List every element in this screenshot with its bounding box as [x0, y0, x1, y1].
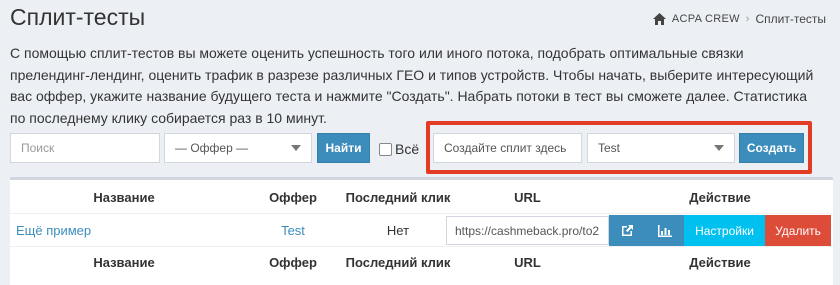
table-row: Ещё пример Test Нет https://cashmeback.p… — [10, 213, 833, 247]
settings-button[interactable]: Настройки — [684, 215, 765, 246]
all-checkbox-group[interactable]: Всё — [379, 141, 419, 157]
column-footer-action: Действие — [689, 254, 751, 270]
delete-button-label: Удалить — [775, 223, 821, 238]
row-offer-text: Test — [281, 222, 305, 238]
offer-filter-select[interactable]: — Оффер — — [164, 133, 312, 163]
create-button[interactable]: Создать — [739, 133, 804, 163]
row-name-text: Ещё пример — [16, 222, 92, 238]
search-placeholder: Поиск — [21, 141, 55, 155]
split-name-placeholder: Создайте сплит здесь — [444, 141, 567, 155]
home-icon[interactable] — [652, 13, 666, 25]
stats-button[interactable] — [646, 215, 684, 246]
column-header-name: Название — [93, 189, 155, 205]
page-description: С помощью сплит-тестов вы можете оценить… — [10, 45, 814, 126]
all-checkbox-label: Всё — [395, 141, 420, 157]
open-link-button[interactable] — [609, 215, 646, 246]
column-header-action: Действие — [689, 189, 751, 205]
offer-filter-value: — Оффер — — [175, 141, 249, 155]
split-name-input[interactable]: Создайте сплит здесь — [433, 133, 582, 163]
table-header-row: Название Оффер Последний клик URL Действ… — [10, 182, 833, 212]
delete-button[interactable]: Удалить — [765, 215, 831, 246]
create-button-label: Создать — [746, 141, 797, 155]
column-footer-name: Название — [93, 254, 155, 270]
breadcrumb-current: Сплит-тесты — [755, 12, 826, 26]
row-url-field[interactable]: https://cashmeback.pro/to2 — [446, 216, 609, 245]
row-name-link[interactable]: Ещё пример — [16, 214, 91, 246]
find-button[interactable]: Найти — [317, 133, 370, 163]
search-input[interactable]: Поиск — [10, 133, 160, 163]
split-tests-table: Название Оффер Последний клик URL Действ… — [10, 177, 833, 285]
external-link-icon — [622, 225, 633, 236]
settings-button-label: Настройки — [695, 223, 754, 238]
table-footer-row: Название Оффер Последний клик URL Действ… — [10, 247, 833, 277]
bar-chart-icon — [658, 224, 672, 237]
row-url-text: https://cashmeback.pro/to2 — [455, 223, 600, 238]
page-title: Сплит-тесты — [10, 4, 146, 30]
column-header-url: URL — [514, 189, 541, 205]
breadcrumb: ACPA CREW › Сплит-тесты — [652, 12, 826, 26]
create-offer-value: Test — [598, 141, 621, 155]
column-footer-url: URL — [514, 254, 541, 270]
create-offer-select[interactable]: Test — [587, 133, 735, 163]
chevron-down-icon — [291, 145, 301, 151]
breadcrumb-separator: › — [745, 13, 750, 25]
chevron-down-icon — [714, 145, 724, 151]
all-checkbox[interactable] — [379, 142, 392, 156]
find-button-label: Найти — [325, 141, 362, 155]
breadcrumb-home-link[interactable]: ACPA CREW — [672, 13, 740, 25]
